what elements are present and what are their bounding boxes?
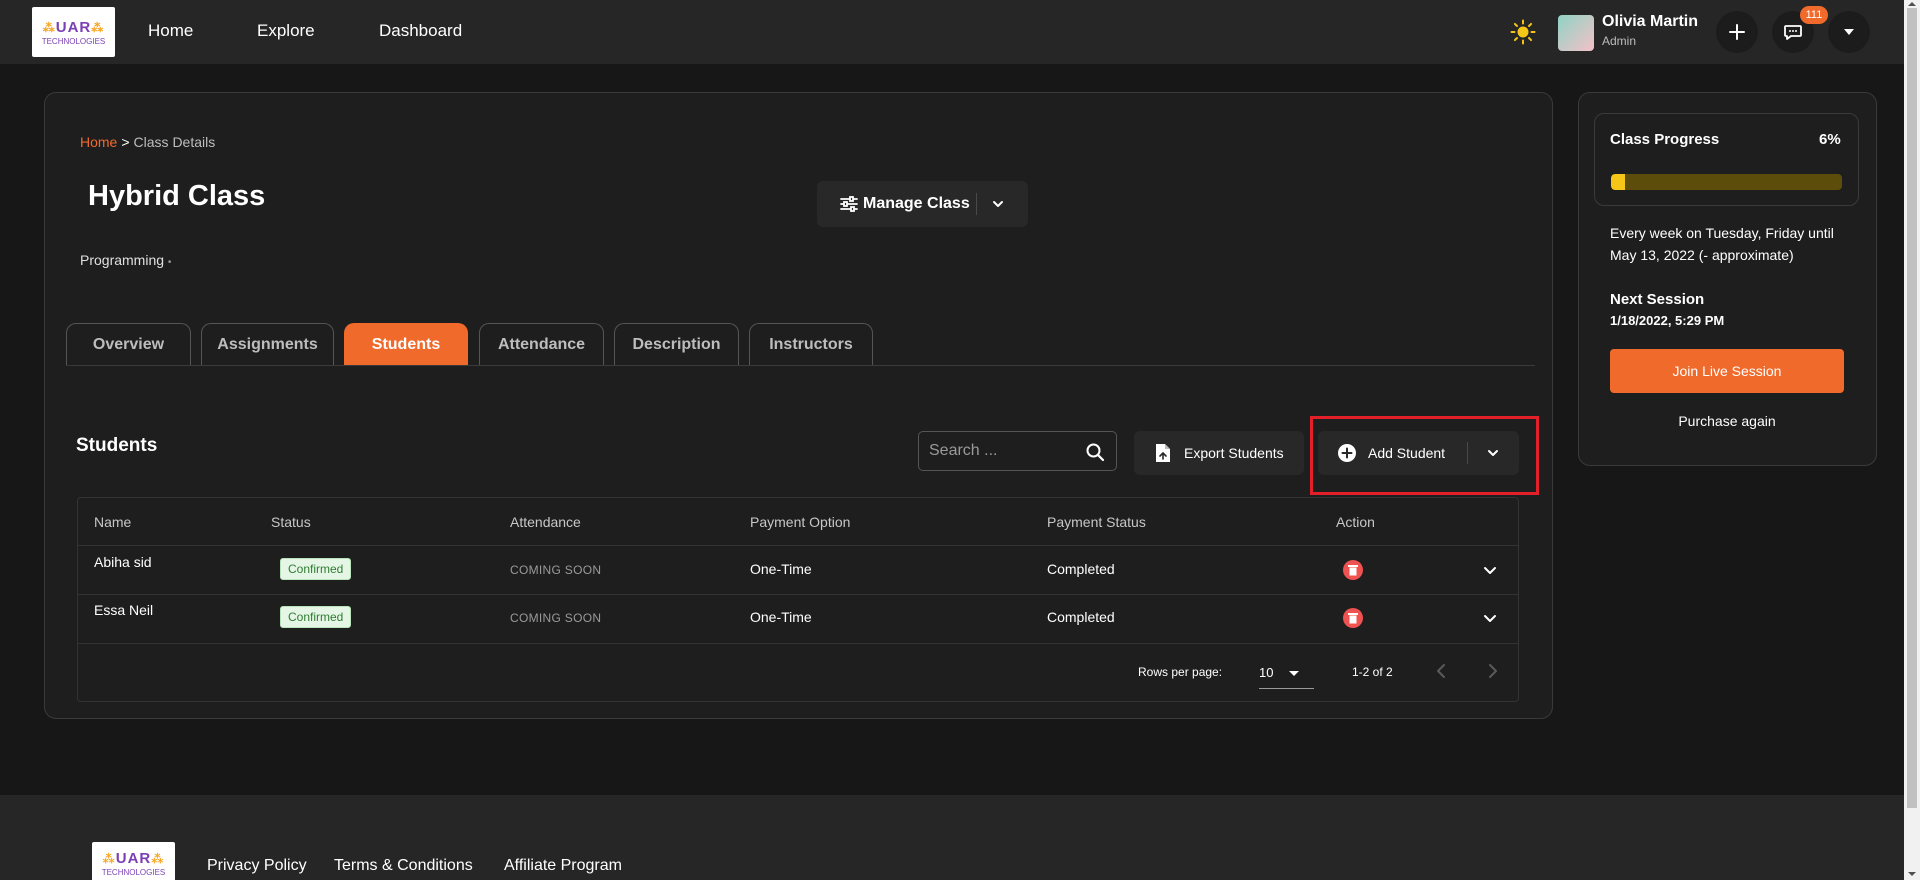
manage-class-button[interactable]: Manage Class	[817, 181, 1028, 227]
notification-badge: 111	[1800, 6, 1828, 24]
footer-logo[interactable]: ⁂UAR⁂ TECHNOLOGIES	[92, 842, 175, 880]
tab-students[interactable]: Students	[344, 323, 468, 365]
footer-link-privacy[interactable]: Privacy Policy	[207, 857, 307, 875]
status-badge: Confirmed	[280, 606, 352, 628]
brand-logo[interactable]: ⁂UAR⁂ TECHNOLOGIES	[32, 7, 115, 57]
trash-icon	[1348, 613, 1358, 624]
progress-bar	[1611, 174, 1842, 190]
join-live-session-button[interactable]: Join Live Session	[1610, 349, 1844, 393]
column-header-payment-option[interactable]: Payment Option	[750, 514, 850, 530]
tab-attendance[interactable]: Attendance	[479, 323, 604, 365]
rows-per-page-label: Rows per page:	[1138, 665, 1223, 679]
tab-instructors[interactable]: Instructors	[749, 323, 873, 365]
delete-student-button[interactable]	[1343, 608, 1363, 628]
row-divider	[78, 545, 1518, 546]
plus-icon	[1729, 24, 1745, 40]
breadcrumb-separator: >	[121, 134, 130, 150]
column-header-name[interactable]: Name	[94, 514, 131, 530]
breadcrumb-home[interactable]: Home	[80, 134, 117, 150]
search-input[interactable]	[929, 441, 1079, 461]
status-badge: Confirmed	[280, 558, 352, 580]
sliders-icon	[840, 196, 858, 212]
file-export-icon	[1156, 444, 1170, 462]
manage-class-label: Manage Class	[863, 195, 970, 212]
page-title: Hybrid Class	[88, 180, 266, 212]
user-avatar[interactable]	[1558, 15, 1594, 51]
row-divider	[78, 594, 1518, 595]
rows-per-page-value: 10	[1259, 665, 1274, 680]
delete-student-button[interactable]	[1343, 560, 1363, 580]
schedule-text: Every week on Tuesday, Friday until May …	[1610, 225, 1834, 263]
breadcrumb: Home > Class Details	[80, 134, 215, 150]
chevron-down-icon[interactable]	[991, 197, 1005, 211]
add-student-label: Add Student	[1368, 445, 1446, 461]
progress-fill	[1611, 174, 1625, 190]
next-session-label: Next Session	[1610, 291, 1705, 308]
student-name[interactable]: Essa Neil	[94, 602, 153, 618]
purchase-again-link[interactable]: Purchase again	[1610, 413, 1844, 429]
row-divider	[78, 643, 1518, 644]
progress-label: Class Progress	[1610, 131, 1720, 148]
column-header-action: Action	[1336, 514, 1375, 530]
tab-divider	[66, 365, 1535, 366]
next-page-icon[interactable]	[1483, 662, 1501, 680]
export-students-button[interactable]: Export Students	[1134, 431, 1304, 475]
user-menu-button[interactable]	[1828, 11, 1870, 53]
payment-status-value: Completed	[1047, 609, 1115, 625]
next-session-value: 1/18/2022, 5:29 PM	[1610, 313, 1725, 328]
tab-overview[interactable]: Overview	[66, 323, 191, 365]
add-student-button[interactable]: Add Student	[1318, 431, 1519, 475]
chevron-down-icon[interactable]	[1486, 446, 1500, 460]
manage-divider	[976, 193, 977, 215]
payment-option-value: One-Time	[750, 561, 812, 577]
scroll-down-icon[interactable]	[1908, 872, 1916, 876]
progress-percent: 6%	[1819, 131, 1841, 148]
expand-row-chevron-icon[interactable]	[1482, 562, 1498, 578]
add-student-divider	[1467, 442, 1468, 464]
students-section-title: Students	[76, 435, 158, 456]
category-label: Programming	[80, 252, 165, 268]
chat-bubble-icon	[1784, 25, 1802, 40]
payment-option-value: One-Time	[750, 609, 812, 625]
nav-link-explore[interactable]: Explore	[257, 21, 315, 41]
tab-description[interactable]: Description	[614, 323, 739, 365]
user-name[interactable]: Olivia Martin	[1602, 13, 1698, 31]
attendance-value: COMING SOON	[510, 611, 602, 625]
class-category: Programming •	[80, 252, 171, 268]
scrollbar-thumb[interactable]	[1907, 8, 1917, 808]
nav-link-dashboard[interactable]: Dashboard	[379, 21, 462, 41]
plus-circle-icon	[1338, 444, 1356, 462]
footer-link-affiliate[interactable]: Affiliate Program	[504, 857, 622, 875]
expand-row-chevron-icon[interactable]	[1482, 610, 1498, 626]
tab-assignments[interactable]: Assignments	[201, 323, 334, 365]
column-header-status[interactable]: Status	[271, 514, 311, 530]
previous-page-icon[interactable]	[1433, 662, 1451, 680]
progress-box	[1594, 113, 1859, 206]
theme-toggle-sun-icon[interactable]	[1510, 19, 1536, 45]
scroll-up-icon[interactable]	[1908, 2, 1916, 6]
breadcrumb-current: Class Details	[133, 134, 216, 150]
export-students-label: Export Students	[1184, 445, 1284, 461]
create-button[interactable]	[1716, 11, 1758, 53]
pagination-range: 1-2 of 2	[1352, 665, 1393, 679]
column-header-payment-status[interactable]: Payment Status	[1047, 514, 1146, 530]
nav-link-home[interactable]: Home	[148, 21, 193, 41]
student-search	[918, 431, 1117, 471]
caret-down-icon	[1844, 29, 1854, 35]
caret-down-icon	[1289, 671, 1299, 676]
footer-link-terms[interactable]: Terms & Conditions	[334, 857, 473, 875]
trash-icon	[1348, 565, 1358, 576]
student-name[interactable]: Abiha sid	[94, 554, 152, 570]
attendance-value: COMING SOON	[510, 563, 602, 577]
payment-status-value: Completed	[1047, 561, 1115, 577]
search-icon[interactable]	[1085, 442, 1105, 462]
user-role: Admin	[1602, 34, 1637, 48]
column-header-attendance[interactable]: Attendance	[510, 514, 581, 530]
category-dot: •	[167, 257, 172, 268]
rows-per-page-select[interactable]: 10	[1259, 657, 1314, 689]
